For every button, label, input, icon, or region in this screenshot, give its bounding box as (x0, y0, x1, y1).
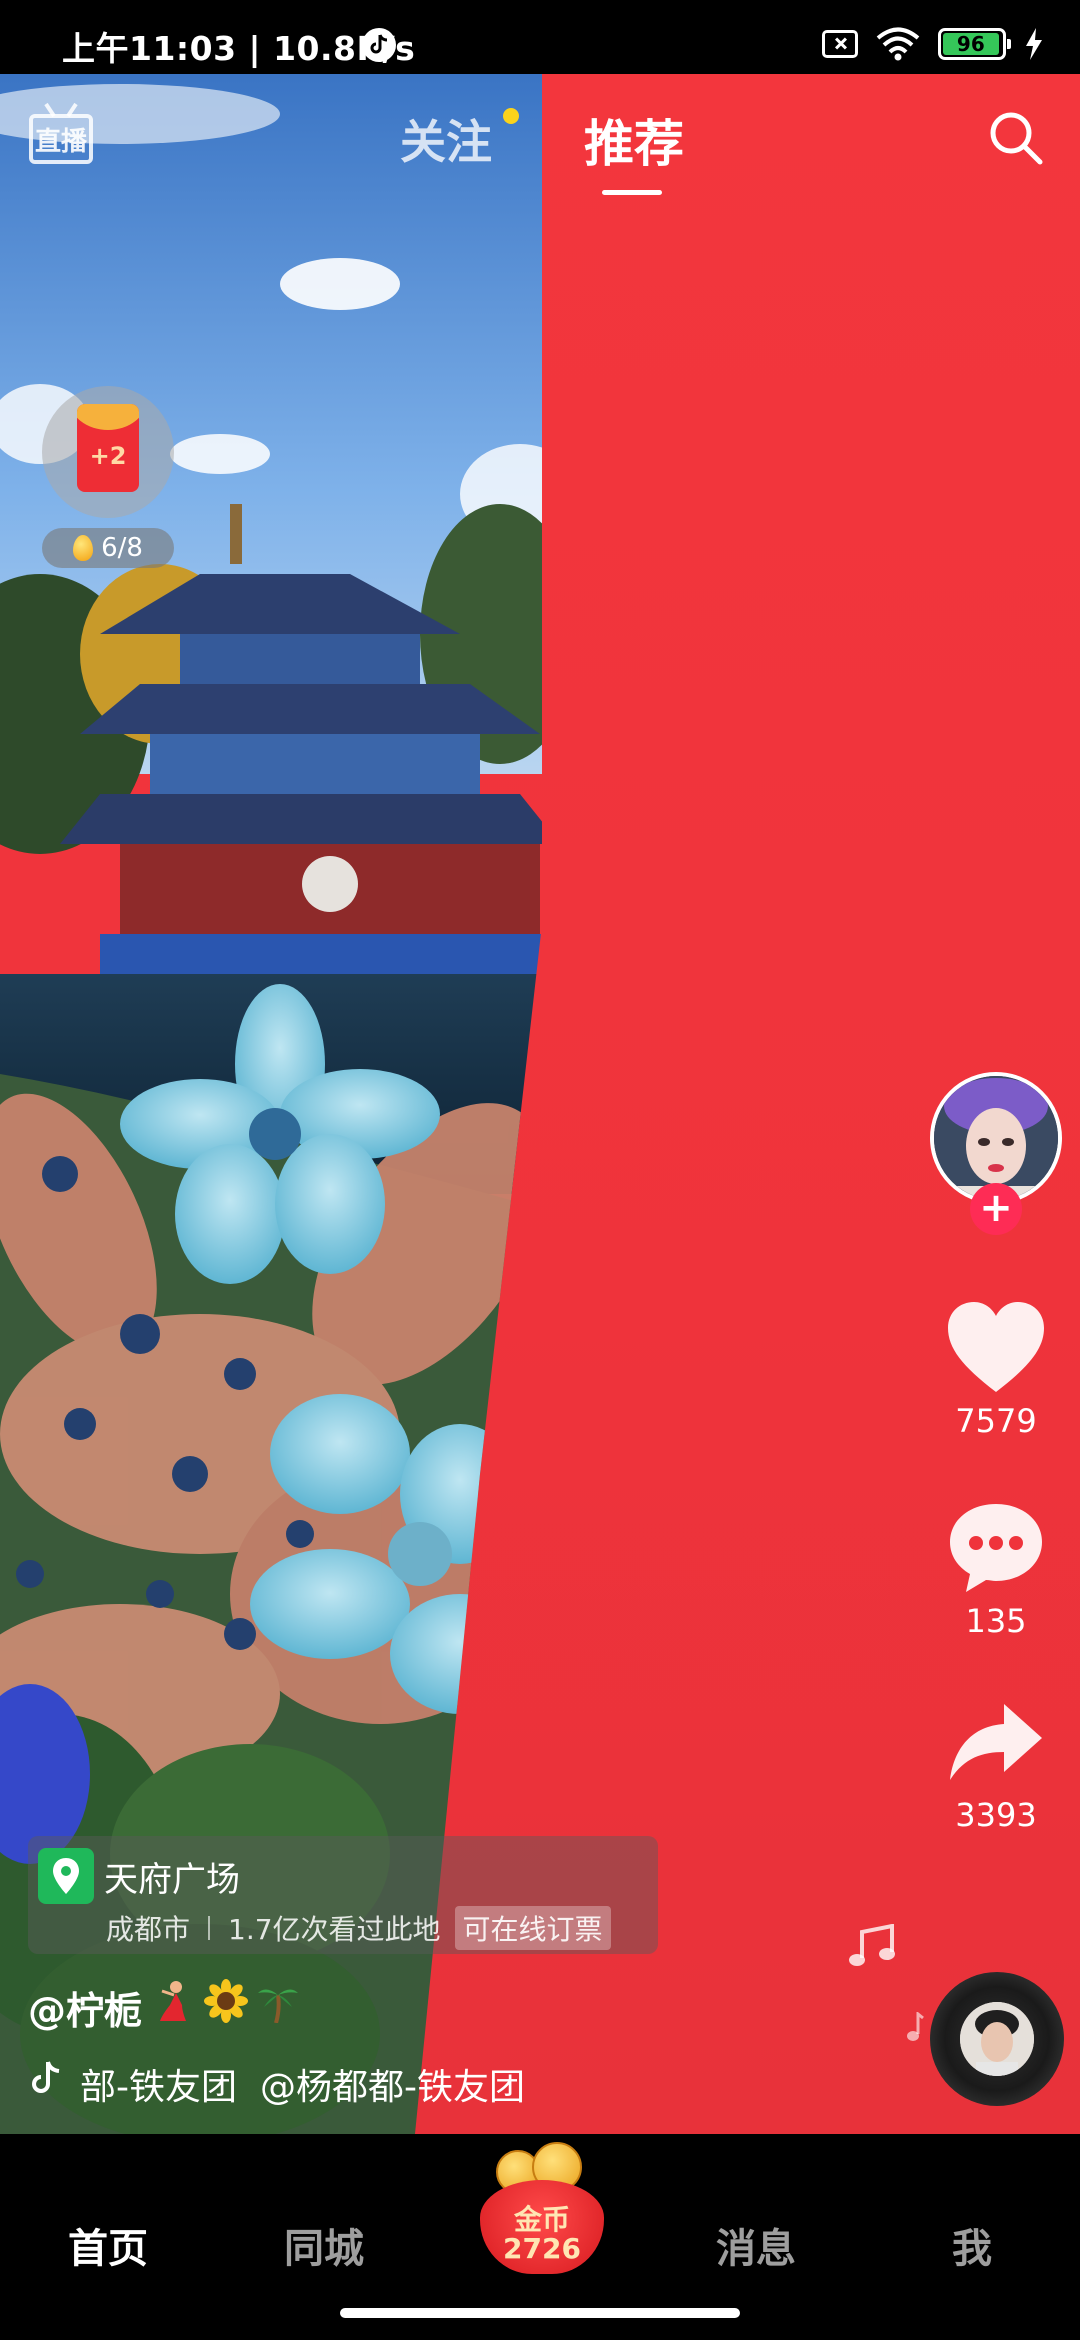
music-cover-avatar (960, 2002, 1034, 2076)
dancer-emoji-icon (160, 1981, 186, 2021)
tiktok-app-icon (362, 28, 396, 62)
sunflower-emoji-icon (204, 1979, 248, 2023)
gold-egg-icon (73, 535, 94, 561)
tiktok-logo-icon (32, 2061, 60, 2093)
coin-progress-badge: 6/8 (42, 528, 174, 568)
red-packet-bonus: +2 (89, 442, 127, 470)
tab-follow[interactable]: 关注 (400, 106, 492, 172)
music-title-right: @杨都都-铁友团 (260, 2067, 525, 2106)
nav-me[interactable]: 我 (952, 2216, 992, 2274)
share-arrow-icon (950, 1704, 1042, 1780)
heart-icon (948, 1302, 1044, 1392)
comment-icon (950, 1504, 1042, 1592)
share-button[interactable]: 3393 (930, 1700, 1062, 1834)
nav-home[interactable]: 首页 (68, 2216, 148, 2274)
follow-plus-button[interactable]: + (970, 1183, 1022, 1235)
author-name[interactable]: @柠栀 (28, 1980, 142, 2035)
status-bar: 上午11:03 | 10.8K/s 96 (0, 0, 1080, 74)
top-nav: 直播 关注 推荐 (0, 74, 1080, 214)
share-count: 3393 (955, 1796, 1037, 1834)
svg-text:直播: 直播 (35, 127, 88, 157)
active-tab-indicator (602, 190, 662, 195)
red-packet-button[interactable]: +2 (42, 386, 174, 518)
nav-messages[interactable]: 消息 (716, 2216, 796, 2274)
location-card[interactable]: 天府广场 成都市 1.7亿次看过此地 可在线订票 (28, 1836, 658, 1954)
tab-recommend[interactable]: 推荐 (584, 104, 684, 176)
search-icon[interactable] (986, 108, 1046, 168)
video-player[interactable] (0, 74, 1080, 2134)
location-city: 成都市 (106, 1913, 191, 1946)
music-title-left: 部-铁友团 (80, 2067, 237, 2106)
charging-icon (1026, 28, 1042, 60)
battery-icon: 96 (938, 28, 1011, 60)
location-views: 1.7亿次看过此地 (228, 1913, 441, 1946)
sim-disabled-icon (822, 30, 858, 58)
status-icons: 96 (822, 26, 1044, 62)
comment-count: 135 (965, 1602, 1027, 1640)
home-indicator[interactable] (340, 2308, 740, 2318)
coin-bag-button[interactable]: 金币 2726 (476, 2136, 608, 2276)
coin-bag-count: 2726 (503, 2232, 581, 2265)
red-envelope-icon: +2 (77, 404, 139, 492)
ticket-badge[interactable]: 可在线订票 (454, 1906, 611, 1950)
location-pin-icon (38, 1848, 94, 1904)
location-name: 天府广场 (104, 1860, 240, 1900)
comment-button[interactable]: 135 (930, 1500, 1062, 1640)
music-marquee[interactable]: 部-铁友团 @杨都都-铁友团 (28, 2056, 548, 2106)
palm-tree-emoji-icon (258, 1989, 298, 2023)
battery-level: 96 (943, 33, 999, 55)
like-button[interactable]: 7579 (930, 1300, 1062, 1440)
live-icon[interactable]: 直播 (28, 100, 94, 170)
wifi-icon (876, 27, 920, 61)
coin-progress-text: 6/8 (101, 533, 143, 563)
like-count: 7579 (955, 1402, 1037, 1440)
music-note-icon (849, 1924, 895, 1966)
nav-city[interactable]: 同城 (284, 2216, 364, 2274)
music-disc-button[interactable] (930, 1972, 1064, 2106)
caption-emojis (152, 1976, 300, 2026)
music-note-small-icon (907, 2012, 924, 2041)
notification-dot (503, 108, 519, 124)
location-details: 成都市 1.7亿次看过此地 可在线订票 (106, 1906, 611, 1950)
divider (208, 1916, 211, 1940)
